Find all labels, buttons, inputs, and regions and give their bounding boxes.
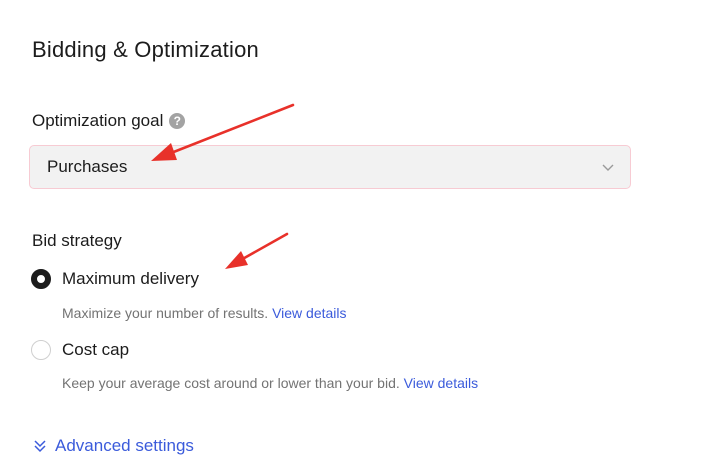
maximum-delivery-description-row: Maximize your number of results. View de… [62,305,347,321]
advanced-settings-toggle[interactable]: Advanced settings [33,436,194,456]
bid-strategy-label: Bid strategy [32,231,122,250]
annotation-arrow-bid [225,232,289,269]
view-details-link-maximum-delivery[interactable]: View details [272,305,346,321]
optimization-goal-select[interactable]: Purchases [29,145,631,189]
optimization-goal-label: Optimization goal [32,111,164,130]
cost-cap-description: Keep your average cost around or lower t… [62,375,400,391]
section-title: Bidding & Optimization [32,37,259,62]
optimization-goal-label-row: Optimization goal ? [32,111,186,131]
chevron-down-icon [602,164,614,171]
cost-cap-description-row: Keep your average cost around or lower t… [62,375,478,391]
advanced-settings-label: Advanced settings [55,436,194,455]
radio-label-maximum-delivery: Maximum delivery [62,269,199,288]
radio-cost-cap[interactable]: Cost cap [31,340,129,360]
radio-button-unselected[interactable] [31,340,51,360]
double-chevron-down-icon [34,440,46,453]
radio-button-selected[interactable] [31,269,51,289]
radio-label-cost-cap: Cost cap [62,340,130,359]
view-details-link-cost-cap[interactable]: View details [404,375,478,391]
maximum-delivery-description: Maximize your number of results. [62,305,269,321]
radio-maximum-delivery[interactable]: Maximum delivery [31,269,199,289]
optimization-goal-value: Purchases [47,157,128,176]
question-circle-icon[interactable]: ? [169,113,186,129]
bidding-optimization-panel: Bidding & Optimization Optimization goal… [0,0,712,467]
